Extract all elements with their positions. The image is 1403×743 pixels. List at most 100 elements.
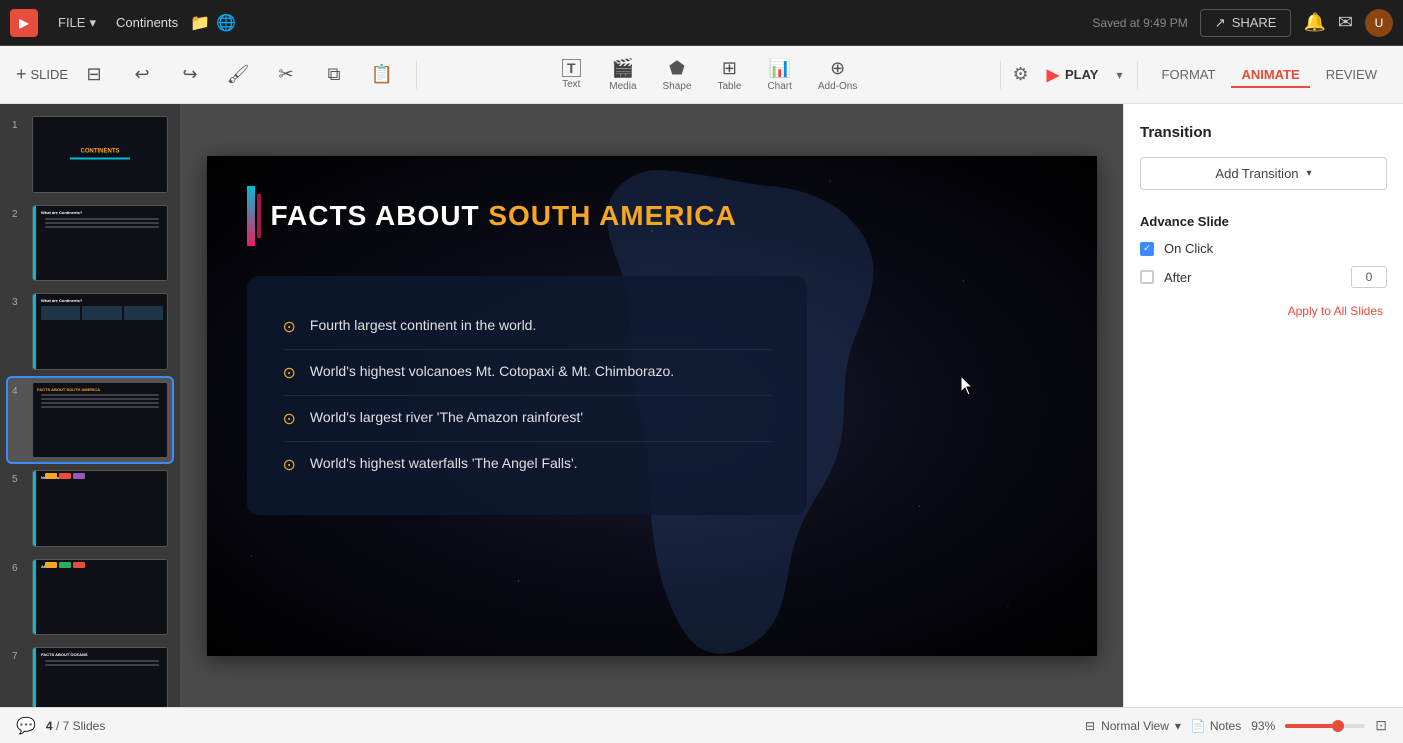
chart-label: Chart bbox=[767, 81, 791, 92]
main-content: 1 CONTINENTS 2 What are Cont bbox=[0, 104, 1403, 707]
shape-tool[interactable]: ⬟ Shape bbox=[653, 54, 702, 96]
fact-bullet: ⊙ bbox=[283, 363, 296, 383]
shape-icon: ⬟ bbox=[669, 58, 685, 79]
add-transition-button[interactable]: Add Transition ▾ bbox=[1140, 157, 1387, 190]
table-label: Table bbox=[717, 81, 741, 92]
fit-to-screen-icon[interactable]: ⊡ bbox=[1375, 717, 1387, 734]
media-label: Media bbox=[609, 81, 636, 92]
slide-number: 7 bbox=[12, 651, 26, 662]
notes-button[interactable]: 📄 Notes bbox=[1191, 719, 1241, 733]
review-tab[interactable]: REVIEW bbox=[1316, 63, 1387, 88]
copy-button[interactable]: ⧉ bbox=[312, 60, 356, 89]
fact-text: World's highest volcanoes Mt. Cotopaxi &… bbox=[310, 362, 674, 382]
notification-icon[interactable]: 🔔 bbox=[1303, 12, 1325, 33]
slide-number: 6 bbox=[12, 563, 26, 574]
file-menu[interactable]: FILE ▾ bbox=[50, 11, 104, 35]
fact-bullet: ⊙ bbox=[283, 409, 296, 429]
app-logo-icon: ▶ bbox=[19, 16, 28, 30]
grid-view-button[interactable]: ⊟ bbox=[72, 60, 116, 89]
paste-icon: 📋 bbox=[371, 64, 393, 85]
play-dropdown-icon[interactable]: ▾ bbox=[1116, 68, 1122, 82]
zoom-fill bbox=[1285, 724, 1333, 728]
message-icon[interactable]: ✉ bbox=[1338, 12, 1353, 33]
text-tool[interactable]: T Text bbox=[549, 54, 593, 96]
fact-item: ⊙ Fourth largest continent in the world. bbox=[283, 304, 771, 350]
table-tool[interactable]: ⊞ Table bbox=[707, 54, 751, 96]
on-click-label: On Click bbox=[1164, 241, 1213, 256]
addons-tool[interactable]: ⊕ Add-Ons bbox=[808, 54, 867, 96]
chart-tool[interactable]: 📊 Chart bbox=[757, 54, 801, 96]
slide-number: 4 bbox=[12, 386, 26, 397]
fact-text: Fourth largest continent in the world. bbox=[310, 316, 536, 336]
shape-label: Shape bbox=[663, 81, 692, 92]
canvas-area[interactable]: FACTS ABOUT SOUTH AMERICA ⊙ Fourth large… bbox=[180, 104, 1123, 707]
undo-button[interactable]: ↩ bbox=[120, 60, 164, 89]
globe-icon[interactable]: 🌐 bbox=[216, 13, 236, 33]
main-slide: FACTS ABOUT SOUTH AMERICA ⊙ Fourth large… bbox=[207, 156, 1097, 656]
slide-thumbnail[interactable]: 6 Africa bbox=[8, 555, 172, 640]
notes-label: Notes bbox=[1210, 719, 1241, 733]
apply-all-slides[interactable]: Apply to All Slides bbox=[1140, 304, 1387, 318]
slide-image: Africa bbox=[32, 559, 168, 636]
format-tab[interactable]: FORMAT bbox=[1152, 63, 1226, 88]
file-dropdown-icon: ▾ bbox=[89, 15, 96, 31]
slide-title-orange: SOUTH AMERICA bbox=[488, 200, 736, 231]
media-icon: 🎬 bbox=[612, 58, 634, 79]
after-input[interactable] bbox=[1351, 266, 1387, 288]
chat-icon[interactable]: 💬 bbox=[16, 716, 36, 736]
text-icon: T bbox=[562, 59, 581, 77]
fact-text: World's largest river 'The Amazon rainfo… bbox=[310, 408, 583, 428]
media-tool[interactable]: 🎬 Media bbox=[599, 54, 646, 96]
undo-icon: ↩ bbox=[135, 64, 150, 85]
slide-thumbnail[interactable]: 5 North America bbox=[8, 466, 172, 551]
right-panel: Transition Add Transition ▾ Advance Slid… bbox=[1123, 104, 1403, 707]
addons-label: Add-Ons bbox=[818, 81, 857, 92]
slide-thumbnail[interactable]: 1 CONTINENTS bbox=[8, 112, 172, 197]
view-dropdown-icon: ▾ bbox=[1175, 719, 1181, 733]
transition-header: Transition bbox=[1140, 124, 1387, 141]
redo-button[interactable]: ↪ bbox=[168, 60, 212, 89]
play-label: PLAY bbox=[1065, 67, 1098, 82]
slide-image: FACTS ABOUT SOUTH AMERICA bbox=[32, 382, 168, 459]
advance-slide-title: Advance Slide bbox=[1140, 214, 1387, 229]
folder-icon[interactable]: 📁 bbox=[190, 13, 210, 33]
toolbar-separator-2 bbox=[1000, 61, 1001, 89]
add-slide-button[interactable]: + bbox=[16, 64, 27, 85]
share-button[interactable]: ↗ SHARE bbox=[1200, 9, 1292, 37]
cut-button[interactable]: ✂ bbox=[264, 60, 308, 89]
slide-panel: 1 CONTINENTS 2 What are Cont bbox=[0, 104, 180, 707]
slide-thumbnail[interactable]: 3 What are Continents? bbox=[8, 289, 172, 374]
slide-image: CONTINENTS bbox=[32, 116, 168, 193]
toolbar-right: ⚙ ▶ PLAY ▾ FORMAT ANIMATE REVIEW bbox=[1013, 59, 1387, 91]
slide-separator: / bbox=[56, 719, 63, 733]
slide-number: 5 bbox=[12, 474, 26, 485]
slide-image: North America bbox=[32, 470, 168, 547]
slide-thumbnail[interactable]: 2 What are Continents? bbox=[8, 201, 172, 286]
on-click-checkbox[interactable]: ✓ bbox=[1140, 242, 1154, 256]
view-selector[interactable]: ⊟ Normal View ▾ bbox=[1085, 719, 1181, 733]
play-button[interactable]: ▶ PLAY bbox=[1035, 59, 1111, 91]
table-icon: ⊞ bbox=[722, 58, 737, 79]
notes-icon: 📄 bbox=[1191, 719, 1206, 733]
user-avatar[interactable]: U bbox=[1365, 9, 1393, 37]
on-click-option: ✓ On Click bbox=[1140, 241, 1387, 256]
paste-button[interactable]: 📋 bbox=[360, 60, 404, 89]
format-painter-button[interactable]: 🖌 bbox=[216, 60, 260, 89]
after-checkbox[interactable] bbox=[1140, 270, 1154, 284]
total-slides: 7 Slides bbox=[63, 719, 106, 733]
document-name: Continents bbox=[116, 15, 178, 30]
zoom-percentage: 93% bbox=[1251, 719, 1275, 733]
cursor bbox=[961, 376, 977, 392]
slide-header: FACTS ABOUT SOUTH AMERICA bbox=[247, 186, 1057, 246]
slide-thumbnail[interactable]: 7 FACTS ABOUT OCEANS bbox=[8, 643, 172, 707]
toolbar-left: + SLIDE ⊟ ↩ ↪ 🖌 ✂ ⧉ 📋 bbox=[16, 60, 404, 89]
fact-text: World's highest waterfalls 'The Angel Fa… bbox=[310, 454, 578, 474]
share-label: SHARE bbox=[1232, 15, 1277, 30]
zoom-thumb[interactable] bbox=[1332, 720, 1344, 732]
settings-icon[interactable]: ⚙ bbox=[1013, 64, 1029, 85]
view-label: Normal View bbox=[1101, 719, 1169, 733]
animate-tab[interactable]: ANIMATE bbox=[1231, 63, 1309, 88]
zoom-slider[interactable] bbox=[1285, 724, 1365, 728]
slide-thumbnail[interactable]: 4 FACTS ABOUT SOUTH AMERICA bbox=[8, 378, 172, 463]
slide-image: What are Continents? bbox=[32, 205, 168, 282]
